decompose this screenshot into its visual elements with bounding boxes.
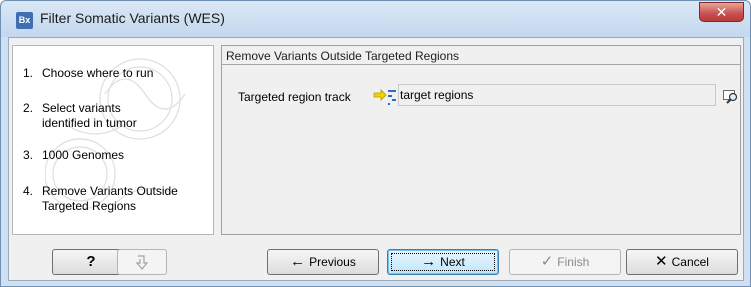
wizard-steps-panel: 1. Choose where to run 2. Select variants … (12, 45, 214, 235)
checkmark-icon: ✓ (540, 253, 554, 270)
dialog-body: 1. Choose where to run 2. Select variants … (8, 37, 744, 281)
cancel-label: Cancel (671, 255, 709, 269)
step-4[interactable]: 4. Remove Variants Outside Targeted Regio… (23, 184, 208, 214)
section-divider (222, 64, 740, 65)
options-panel: Remove Variants Outside Targeted Regions… (221, 45, 741, 235)
next-button[interactable]: → Next (387, 249, 499, 275)
step-label: Choose where to run (42, 66, 154, 80)
window-title: Filter Somatic Variants (WES) (40, 10, 225, 26)
step-3[interactable]: 3. 1000 Genomes (23, 148, 208, 163)
cancel-button[interactable]: ✕ Cancel (626, 249, 738, 275)
close-icon: ✕ (715, 4, 728, 20)
close-button[interactable]: ✕ (699, 2, 744, 22)
targeted-region-label: Targeted region track (238, 90, 351, 104)
section-title: Remove Variants Outside Targeted Regions (226, 49, 460, 63)
step-label: Remove Variants Outside Targeted Regions (42, 184, 178, 213)
finish-label: Finish (557, 255, 590, 269)
step-1[interactable]: 1. Choose where to run (23, 66, 208, 81)
previous-button[interactable]: ← Previous (267, 249, 379, 275)
targeted-region-field[interactable]: target regions (398, 84, 716, 106)
step-label: Select variants identified in tumor (42, 101, 137, 130)
reset-button[interactable] (117, 249, 167, 275)
browse-magnifier-icon[interactable] (723, 88, 739, 104)
dialog-window: Bx Filter Somatic Variants (WES) ✕ 1. Ch… (0, 0, 751, 287)
previous-label: Previous (309, 255, 356, 269)
arrow-left-icon: ← (290, 253, 306, 270)
finish-button[interactable]: ✓ Finish (509, 249, 621, 275)
app-icon: Bx (16, 12, 33, 29)
reset-icon (135, 255, 149, 270)
cancel-x-icon: ✕ (655, 253, 668, 270)
focus-indicator (391, 253, 495, 271)
annotation-track-icon (373, 89, 396, 105)
title-bar[interactable]: Bx Filter Somatic Variants (WES) ✕ (1, 1, 750, 37)
step-2[interactable]: 2. Select variants identified in tumor (23, 101, 208, 131)
step-label: 1000 Genomes (42, 148, 125, 162)
question-mark-icon: ? (86, 253, 96, 270)
